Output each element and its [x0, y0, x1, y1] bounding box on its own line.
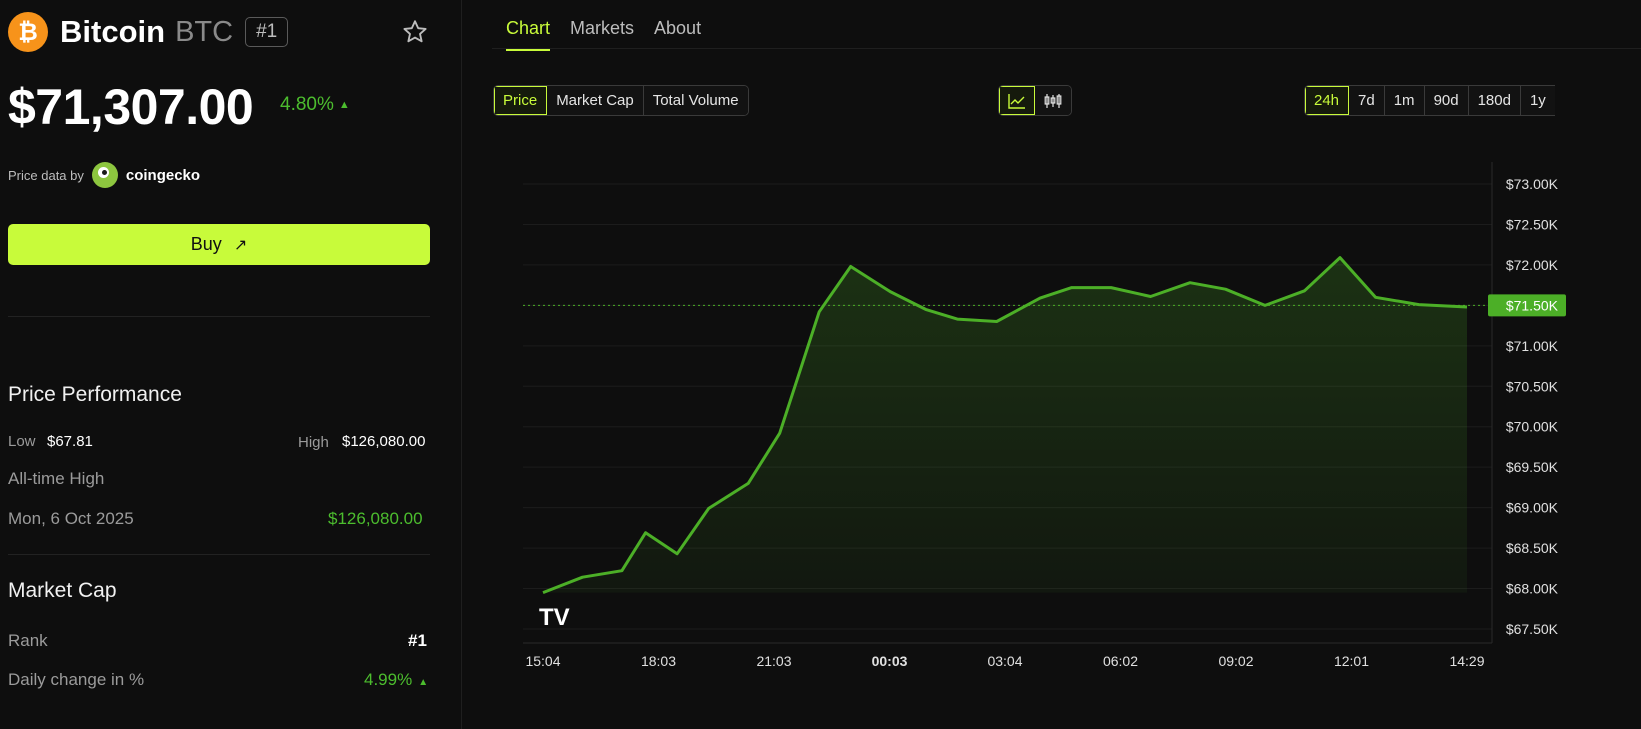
range-90d-button[interactable]: 90d	[1424, 86, 1469, 115]
range-180d-button[interactable]: 180d	[1468, 86, 1521, 115]
y-tick-label: $69.50K	[1506, 459, 1559, 475]
price-chart-svg: $73.00K $72.50K $72.00K $71.50K $71.00K $70.5…	[523, 162, 1566, 669]
y-tick-label: $72.00K	[1506, 257, 1559, 273]
high-value: $126,080.00	[342, 433, 426, 450]
buy-button-label: Buy	[190, 234, 222, 254]
x-tick-label: 21:03	[756, 653, 791, 669]
tab-about[interactable]: About	[654, 18, 701, 51]
content-tabs: Chart Markets About	[506, 18, 721, 51]
range-1m-button[interactable]: 1m	[1384, 86, 1425, 115]
x-tick-label: 15:04	[525, 653, 560, 669]
candlestick-icon	[1044, 93, 1062, 108]
coin-symbol: BTC	[175, 15, 234, 48]
rank-value: #1	[408, 631, 427, 650]
tabs-divider	[492, 48, 1641, 49]
price-source-name[interactable]: coingecko	[126, 167, 200, 184]
current-price-label: $71.50K	[1506, 297, 1559, 313]
daily-change-value: 4.99% ▲	[364, 670, 428, 690]
rank-label: Rank	[8, 631, 48, 650]
metric-selector: Price Market Cap Total Volume	[493, 85, 749, 116]
y-tick-label: $69.00K	[1506, 500, 1559, 516]
y-tick-label: $73.00K	[1506, 176, 1559, 192]
y-tick-label: $72.50K	[1506, 216, 1559, 232]
low-label: Low	[8, 433, 36, 450]
price-source-label: Price data by	[8, 167, 84, 183]
daily-change-number: 4.99%	[364, 670, 413, 689]
x-tick-label: 12:01	[1334, 653, 1369, 669]
y-tick-label: $70.00K	[1506, 419, 1559, 435]
all-time-high-value: $126,080.00	[328, 509, 423, 528]
buy-button[interactable]: Buy ↗	[8, 224, 430, 265]
time-range-selector: 24h 7d 1m 90d 180d 1y	[1304, 85, 1555, 116]
line-chart-button[interactable]	[999, 86, 1035, 115]
y-tick-label: $67.50K	[1506, 621, 1559, 637]
price-performance-title: Price Performance	[8, 383, 182, 406]
x-tick-label: 03:04	[987, 653, 1022, 669]
metric-price-button[interactable]: Price	[494, 86, 548, 115]
high-label: High	[298, 434, 329, 451]
y-tick-label: $71.00K	[1506, 338, 1559, 354]
x-tick-label: 00:03	[872, 653, 908, 669]
chart-type-selector	[998, 85, 1072, 116]
line-chart-icon	[1007, 93, 1025, 109]
up-arrow-icon: ▲	[338, 99, 350, 111]
coin-header: ₿ Bitcoin BTC #1	[8, 12, 431, 52]
price-change: 4.80% ▲	[280, 94, 350, 116]
favorite-star-icon[interactable]	[401, 18, 429, 46]
coin-info-panel: ₿ Bitcoin BTC #1 $71,307.00 4.80% ▲ Price…	[0, 0, 462, 729]
rank-badge: #1	[245, 17, 289, 47]
y-tick-label: $68.50K	[1506, 540, 1559, 556]
current-price: $71,307.00	[8, 79, 254, 135]
x-tick-label: 09:02	[1218, 653, 1253, 669]
tab-markets[interactable]: Markets	[570, 18, 634, 51]
daily-change-label: Daily change in %	[8, 670, 145, 689]
candlestick-chart-button[interactable]	[1035, 86, 1071, 115]
market-cap-title: Market Cap	[8, 579, 117, 602]
price-chart[interactable]: $73.00K $72.50K $72.00K $71.50K $71.00K $70.5…	[492, 150, 1641, 710]
metric-market-cap-button[interactable]: Market Cap	[547, 86, 644, 115]
x-tick-label: 06:02	[1103, 653, 1138, 669]
price-area	[543, 257, 1467, 593]
tradingview-watermark-icon: TV	[539, 604, 570, 631]
divider	[8, 316, 430, 317]
low-value: $67.81	[47, 433, 93, 450]
all-time-high-label: All-time High	[8, 469, 105, 488]
coin-name: Bitcoin	[60, 14, 166, 49]
bitcoin-logo-icon: ₿	[8, 12, 48, 52]
x-tick-label: 14:29	[1449, 653, 1484, 669]
arrow-up-right-icon: ↗	[233, 236, 248, 254]
y-tick-label: $68.00K	[1506, 581, 1559, 597]
price-source: Price data by coingecko	[8, 162, 200, 188]
up-arrow-icon: ▲	[418, 677, 429, 688]
range-1y-button[interactable]: 1y	[1520, 86, 1555, 115]
x-tick-label: 18:03	[641, 653, 676, 669]
coingecko-logo-icon[interactable]	[91, 162, 118, 188]
y-tick-label: $70.50K	[1506, 378, 1559, 394]
range-24h-button[interactable]: 24h	[1305, 86, 1350, 115]
price-change-value: 4.80%	[280, 94, 334, 115]
range-7d-button[interactable]: 7d	[1349, 86, 1385, 115]
divider	[8, 554, 430, 555]
metric-total-volume-button[interactable]: Total Volume	[643, 86, 748, 115]
all-time-high-date: Mon, 6 Oct 2025	[8, 509, 134, 528]
tab-chart[interactable]: Chart	[506, 18, 551, 51]
